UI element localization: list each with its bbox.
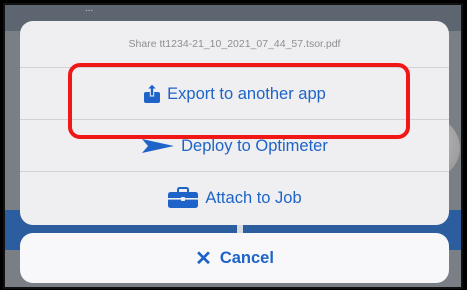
deploy-to-optimeter-label: Deploy to Optimeter <box>181 136 328 155</box>
share-upload-icon <box>143 84 161 104</box>
attach-to-job-label: Attach to Job <box>205 188 302 207</box>
close-icon: ✕ <box>195 247 212 270</box>
share-action-sheet: Share tt1234-21_10_2021_07_44_57.tsor.pd… <box>20 21 449 225</box>
background-app-text: ... <box>85 3 94 14</box>
send-arrow-icon <box>141 137 175 155</box>
briefcase-icon <box>167 187 199 209</box>
cancel-button[interactable]: ✕ Cancel <box>20 233 449 283</box>
share-sheet-title: Share tt1234-21_10_2021_07_44_57.tsor.pd… <box>128 38 341 50</box>
export-to-another-app-label: Export to another app <box>167 84 326 103</box>
deploy-to-optimeter-button[interactable]: Deploy to Optimeter <box>20 119 449 172</box>
cancel-label: Cancel <box>219 248 274 267</box>
attach-to-job-button[interactable]: Attach to Job <box>20 171 449 224</box>
export-to-another-app-button[interactable]: Export to another app <box>20 67 449 120</box>
